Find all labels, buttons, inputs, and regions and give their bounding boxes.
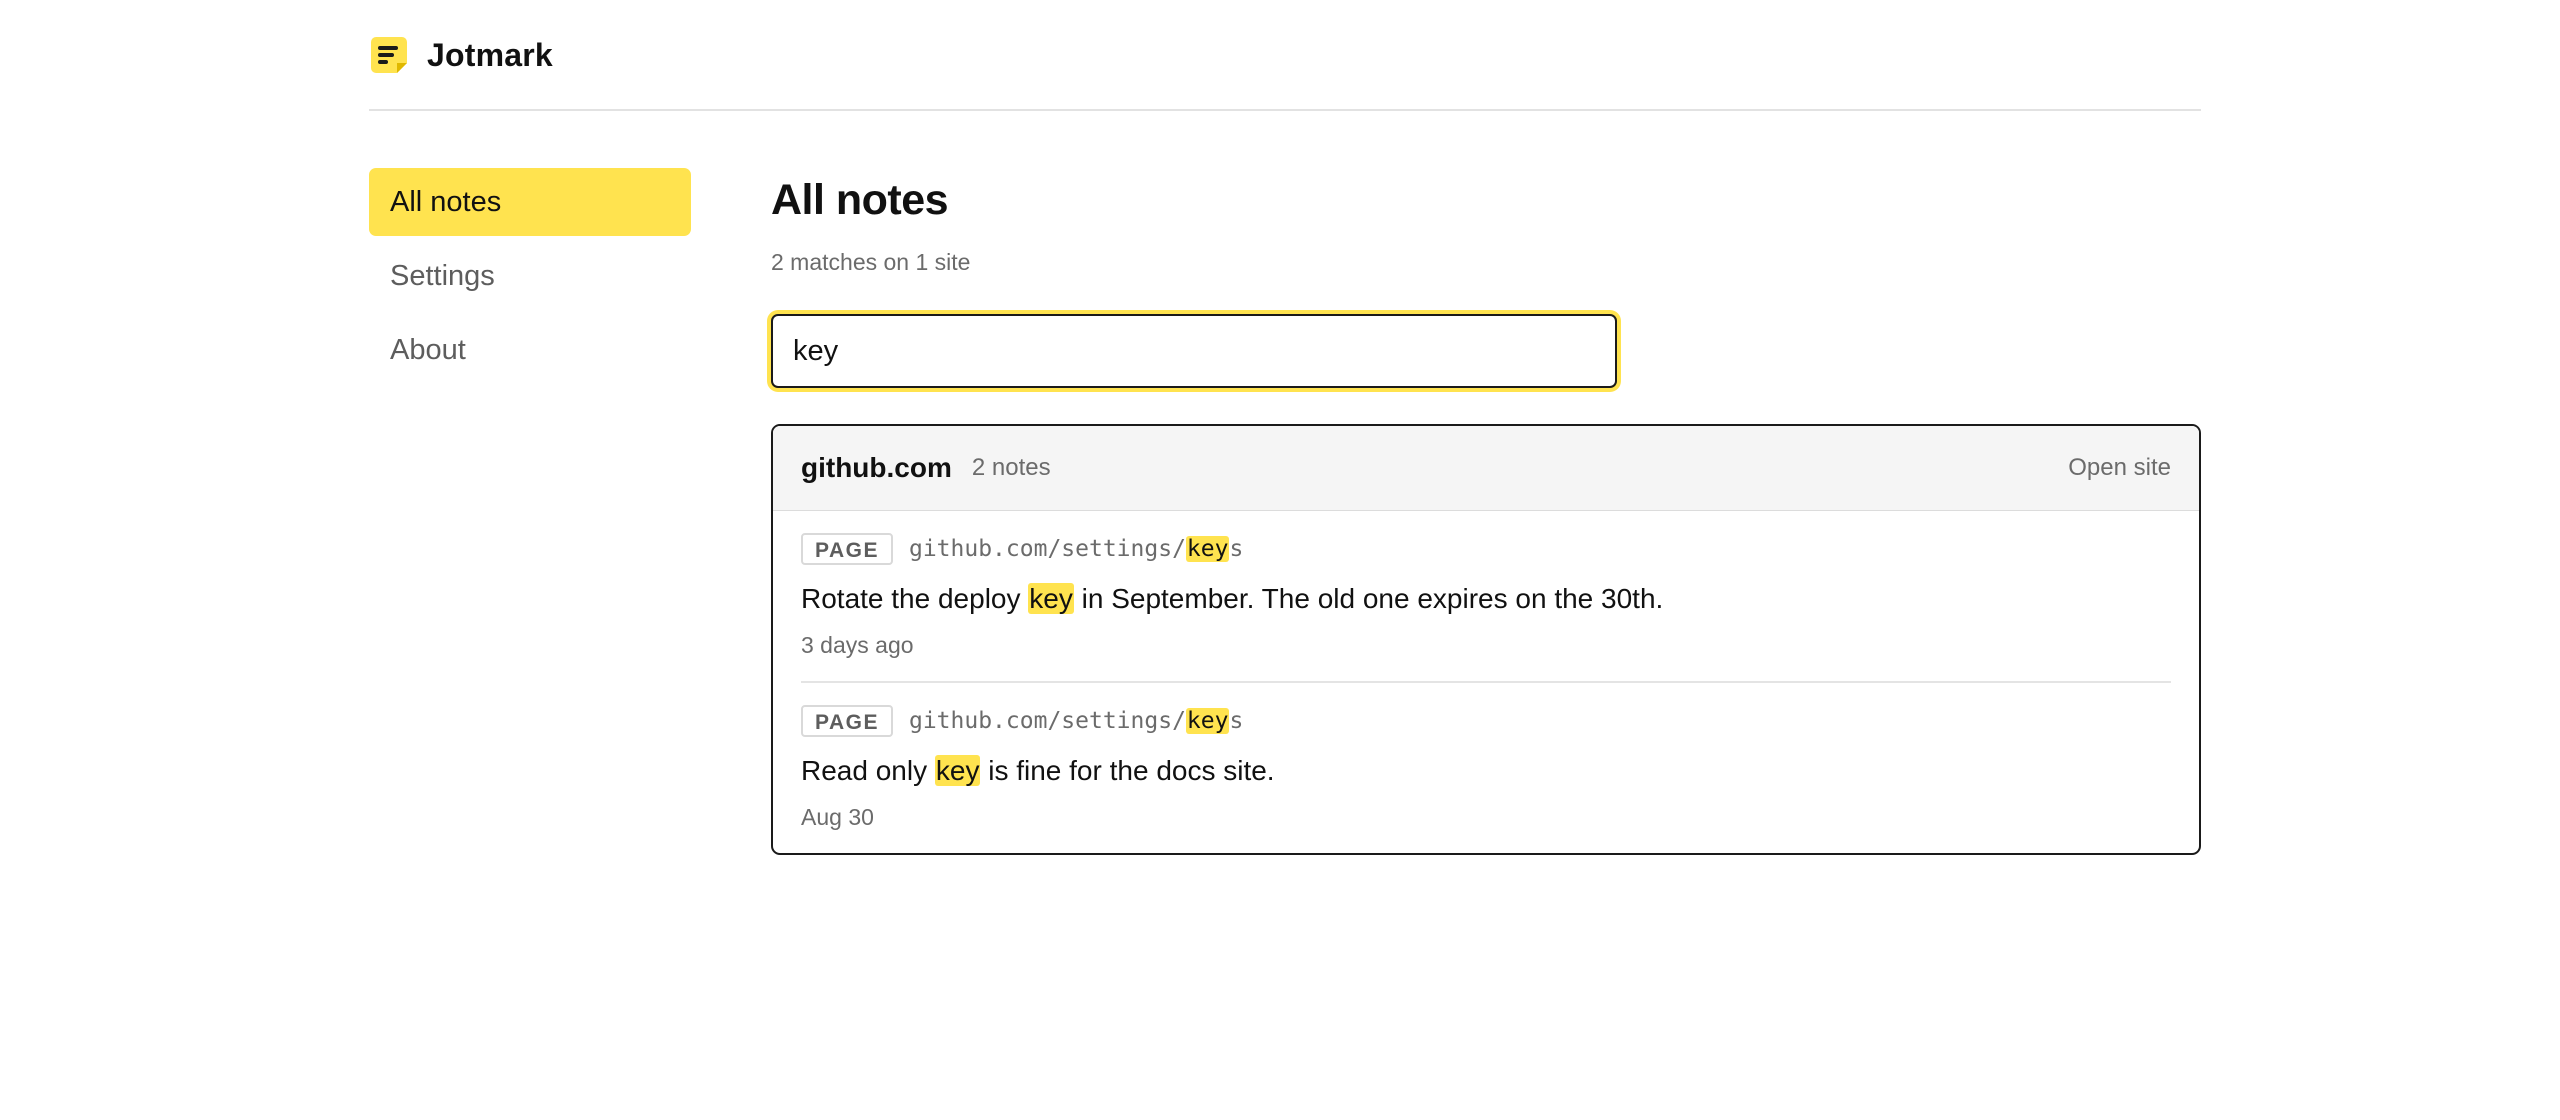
open-site-link[interactable]: Open site	[2068, 454, 2171, 482]
note-text-part: in September. The old one expires on the…	[1073, 583, 1664, 614]
url-text: s	[1229, 536, 1244, 562]
top-bar: Jotmark	[369, 0, 2201, 111]
match-summary: 2 matches on 1 site	[771, 249, 971, 275]
site-group-header: github.com 2 notes Open site	[773, 426, 2199, 511]
note-url[interactable]: github.com/settings/keys	[909, 536, 1243, 562]
note-meta: PAGE github.com/settings/keys	[801, 703, 2171, 739]
note-timestamp: 3 days ago	[801, 632, 914, 658]
note-match-highlight: key	[1028, 583, 1074, 614]
note-text-part: Read only	[801, 755, 935, 786]
note-meta: PAGE github.com/settings/keys	[801, 531, 2171, 567]
brand[interactable]: Jotmark	[369, 35, 553, 75]
note-timestamp: Aug 30	[801, 804, 874, 830]
scope-badge: PAGE	[801, 705, 893, 737]
url-text: s	[1229, 708, 1244, 734]
page-title: All notes	[771, 176, 949, 224]
site-name: github.com	[801, 452, 952, 483]
app-name: Jotmark	[427, 36, 553, 73]
sidebar-item-settings[interactable]: Settings	[369, 242, 691, 310]
search-field	[771, 314, 1617, 388]
url-text: github.com/settings/	[908, 708, 1186, 734]
note-item[interactable]: PAGE github.com/settings/keys Rotate the…	[801, 511, 2171, 683]
note-text-part: Rotate the deploy	[801, 583, 1029, 614]
url-match-highlight: key	[1185, 536, 1230, 562]
note-match-highlight: key	[934, 755, 981, 786]
notepad-icon	[371, 37, 407, 73]
note-item[interactable]: PAGE github.com/settings/keys Read only …	[801, 683, 2171, 853]
note-text: Rotate the deploy key in September. The …	[801, 581, 2171, 617]
page: Jotmark All notes Settings About All not…	[0, 0, 2560, 1120]
note-text-part: is fine for the docs site.	[980, 755, 1275, 786]
site-group: github.com 2 notes Open site PAGE github…	[771, 424, 2201, 855]
scope-badge: PAGE	[801, 533, 893, 565]
url-match-highlight: key	[1185, 708, 1230, 734]
sidebar: All notes Settings About	[369, 168, 691, 390]
sidebar-item-all-notes[interactable]: All notes	[369, 168, 691, 236]
note-text: Read only key is fine for the docs site.	[801, 753, 2171, 789]
main-content: All notes 2 matches on 1 site github.com…	[771, 168, 2201, 855]
sidebar-item-about[interactable]: About	[369, 316, 691, 384]
search-input[interactable]	[773, 316, 1615, 386]
note-url[interactable]: github.com/settings/keys	[909, 708, 1243, 734]
url-text: github.com/settings/	[908, 536, 1186, 562]
site-note-count: 2 notes	[971, 454, 1051, 481]
note-list: PAGE github.com/settings/keys Rotate the…	[773, 511, 2199, 853]
